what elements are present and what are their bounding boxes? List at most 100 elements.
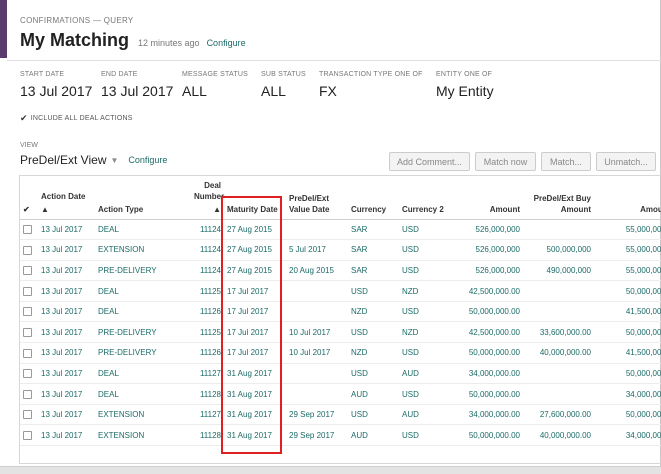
cell-action-date: 13 Jul 2017 — [38, 219, 95, 241]
table-row[interactable]: 13 Jul 2017 PRE-DELIVERY 11125 17 Jul 2017 1… — [20, 321, 661, 344]
column-maturity-date[interactable]: Maturity Date — [224, 176, 286, 220]
row-select-cell — [20, 301, 38, 323]
column-label: Action Date — [41, 191, 86, 201]
table-row[interactable]: 13 Jul 2017 EXTENSION 11127 31 Aug 2017 29 S… — [20, 404, 661, 426]
filter-message-status[interactable]: MESSAGE STATUS ALL — [182, 71, 248, 99]
row-checkbox[interactable] — [23, 348, 32, 358]
row-checkbox[interactable] — [23, 430, 32, 440]
cell-action-type: DEAL — [95, 280, 191, 302]
cell-currency: USD — [348, 404, 399, 426]
filter-label: TRANSACTION TYPE ONE OF — [319, 71, 423, 78]
column-amount[interactable]: Amount — [461, 176, 523, 220]
cell-value-date: 10 Jul 2017 — [286, 321, 348, 344]
cell-amount: 50,000,000.00 — [461, 301, 523, 323]
row-select-cell — [20, 280, 38, 302]
row-checkbox[interactable] — [23, 266, 32, 276]
table-row[interactable]: 13 Jul 2017 DEAL 11128 31 Aug 2017 AUD USD 50,… — [20, 383, 661, 405]
breadcrumb: CONFIRMATIONS — QUERY — [20, 16, 134, 25]
row-checkbox[interactable] — [23, 327, 32, 337]
last-updated: 12 minutes ago — [138, 38, 200, 48]
page-header: CONFIRMATIONS — QUERY My Matching 12 min… — [20, 16, 246, 51]
filter-end-date[interactable]: END DATE 13 Jul 2017 — [101, 71, 173, 99]
table-row[interactable]: 13 Jul 2017 DEAL 11124 27 Aug 2015 SAR USD 526… — [20, 219, 661, 241]
filter-start-date[interactable]: START DATE 13 Jul 2017 — [20, 71, 92, 99]
row-select-cell — [20, 404, 38, 426]
cell-action-type: DEAL — [95, 301, 191, 323]
include-all-deal-actions[interactable]: ✔ INCLUDE ALL DEAL ACTIONS — [20, 113, 133, 124]
cell-action-date: 13 Jul 2017 — [38, 280, 95, 302]
row-checkbox[interactable] — [23, 410, 32, 420]
table-row[interactable]: 13 Jul 2017 DEAL 11126 17 Jul 2017 NZD USD 50,… — [20, 301, 661, 323]
table-row[interactable]: 13 Jul 2017 EXTENSION 11124 27 Aug 2015 5 Ju… — [20, 239, 661, 261]
row-checkbox[interactable] — [23, 389, 32, 399]
cell-deal-number: 11126 — [191, 301, 224, 323]
column-predel-value-date[interactable]: PreDel/Ext Value Date — [286, 176, 348, 220]
view-selector[interactable]: PreDel/Ext View — [20, 153, 106, 167]
cell-deal-number: 11128 — [191, 424, 224, 447]
column-label: Amount — [560, 204, 591, 214]
unmatch-button[interactable]: Unmatch... — [596, 152, 656, 171]
row-checkbox[interactable] — [23, 286, 32, 296]
column-action-date[interactable]: Action Date ▲ — [38, 176, 95, 220]
filter-value: ALL — [261, 83, 286, 99]
row-select-cell — [20, 383, 38, 405]
cell-currency: NZD — [348, 342, 399, 364]
row-select-cell — [20, 363, 38, 385]
filter-entity[interactable]: ENTITY ONE OF My Entity — [436, 71, 494, 99]
table-row[interactable]: 13 Jul 2017 DEAL 11125 17 Jul 2017 USD NZD 42,… — [20, 280, 661, 302]
row-checkbox[interactable] — [23, 245, 32, 255]
cell-action-type: DEAL — [95, 383, 191, 405]
page-accent-bar — [0, 0, 7, 58]
sort-up-icon[interactable]: ▲ — [41, 204, 92, 215]
cell-action-date: 13 Jul 2017 — [38, 260, 95, 282]
column-currency[interactable]: Currency — [348, 176, 399, 220]
cell-maturity-date: 31 Aug 2017 — [224, 424, 286, 447]
column-amount-2[interactable]: Amount 2 — [594, 176, 661, 220]
cell-buy-amount: 500,000,000 — [523, 239, 594, 261]
column-predel-buy-amount[interactable]: PreDel/Ext Buy Amount — [523, 176, 594, 220]
cell-amount: 50,000,000.00 — [461, 383, 523, 405]
cell-action-date: 13 Jul 2017 — [38, 301, 95, 323]
cell-currency-2: USD — [399, 260, 461, 282]
column-label: Maturity Date — [227, 204, 278, 214]
cell-value-date — [286, 219, 348, 241]
table-row[interactable]: 13 Jul 2017 PRE-DELIVERY 11126 17 Jul 2017 1… — [20, 342, 661, 364]
table-row[interactable]: 13 Jul 2017 DEAL 11127 31 Aug 2017 USD AUD 34,… — [20, 363, 661, 385]
filter-value: ALL — [182, 83, 207, 99]
table-row[interactable]: 13 Jul 2017 PRE-DELIVERY 11124 27 Aug 2015 2… — [20, 260, 661, 282]
configure-view-link[interactable]: Configure — [128, 155, 167, 165]
column-label: Currency 2 — [402, 204, 444, 214]
caret-down-icon[interactable]: ▼ — [110, 156, 118, 165]
row-select-cell — [20, 219, 38, 241]
filter-value: 13 Jul 2017 — [20, 83, 93, 99]
column-action-type[interactable]: Action Type — [95, 176, 191, 220]
cell-action-type: EXTENSION — [95, 239, 191, 261]
add-comment-button[interactable]: Add Comment... — [389, 152, 470, 171]
cell-currency-2: USD — [399, 301, 461, 323]
column-currency-2[interactable]: Currency 2 — [399, 176, 461, 220]
select-all-header[interactable]: ✔ — [20, 176, 38, 220]
cell-currency: SAR — [348, 219, 399, 241]
match-button[interactable]: Match... — [541, 152, 591, 171]
table-row[interactable]: 13 Jul 2017 EXTENSION 11128 31 Aug 2017 29 S… — [20, 424, 661, 447]
cell-value-date: 20 Aug 2015 — [286, 260, 348, 282]
row-checkbox[interactable] — [23, 307, 32, 317]
cell-currency-2: USD — [399, 239, 461, 261]
cell-deal-number: 11127 — [191, 363, 224, 385]
column-deal-number[interactable]: Deal Number ▲ — [191, 176, 224, 220]
match-now-button[interactable]: Match now — [475, 152, 536, 171]
sort-up-icon[interactable]: ▲ — [194, 204, 221, 215]
table-header-row: ✔ Action Date ▲ Action Type Deal Number ▲ M… — [20, 176, 661, 220]
page-title: My Matching — [20, 30, 130, 50]
cell-value-date — [286, 363, 348, 385]
row-checkbox[interactable] — [23, 369, 32, 379]
header-divider — [7, 60, 661, 61]
row-checkbox[interactable] — [23, 224, 32, 234]
filter-transaction-type[interactable]: TRANSACTION TYPE ONE OF FX — [319, 71, 423, 99]
cell-buy-amount — [523, 383, 594, 405]
cell-amount: 50,000,000.00 — [461, 342, 523, 364]
cell-deal-number: 11125 — [191, 280, 224, 302]
cell-action-type: DEAL — [95, 219, 191, 241]
configure-query-link[interactable]: Configure — [207, 38, 246, 48]
filter-sub-status[interactable]: SUB STATUS ALL — [261, 71, 306, 99]
